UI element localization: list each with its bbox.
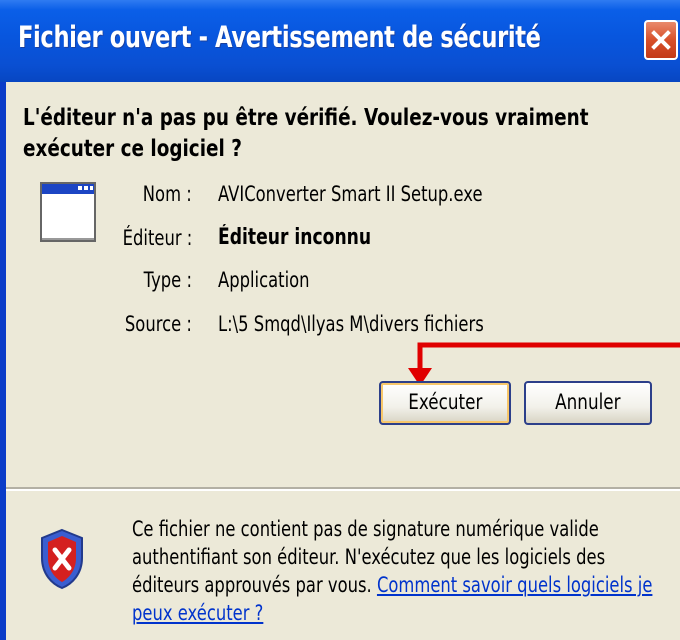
- cancel-button-label: Annuler: [555, 390, 621, 414]
- security-warning-window: Fichier ouvert - Avertissement de sécuri…: [0, 0, 680, 640]
- shield-warning-icon: [41, 528, 83, 590]
- annotation-arrow: [408, 342, 680, 386]
- run-button-label: Exécuter: [407, 390, 483, 414]
- warning-text: Ce fichier ne contient pas de signature …: [132, 515, 670, 627]
- run-button[interactable]: Exécuter: [379, 381, 511, 425]
- cancel-button[interactable]: Annuler: [524, 381, 652, 425]
